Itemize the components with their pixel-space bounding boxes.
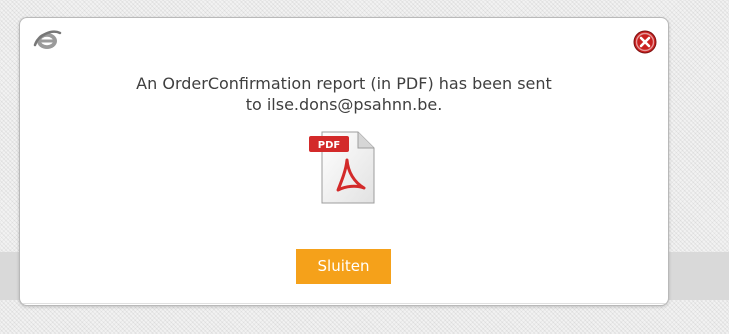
message-line-1: An OrderConfirmation report (in PDF) has… — [136, 74, 552, 93]
page: { "dialog": { "message_line1": "An Order… — [0, 0, 729, 334]
dialog-titlebar — [20, 18, 668, 64]
pdf-badge-label: PDF — [318, 140, 340, 151]
close-button[interactable]: Sluiten — [296, 249, 391, 284]
message-line-2: to ilse.dons@psahnn.be. — [245, 95, 443, 114]
notification-dialog: An OrderConfirmation report (in PDF) has… — [19, 17, 669, 306]
dialog-footer-line — [20, 303, 668, 304]
browser-icon — [33, 30, 62, 49]
pdf-file-icon: PDF — [309, 131, 375, 204]
close-icon[interactable] — [633, 30, 657, 54]
confirmation-message: An OrderConfirmation report (in PDF) has… — [20, 73, 668, 115]
